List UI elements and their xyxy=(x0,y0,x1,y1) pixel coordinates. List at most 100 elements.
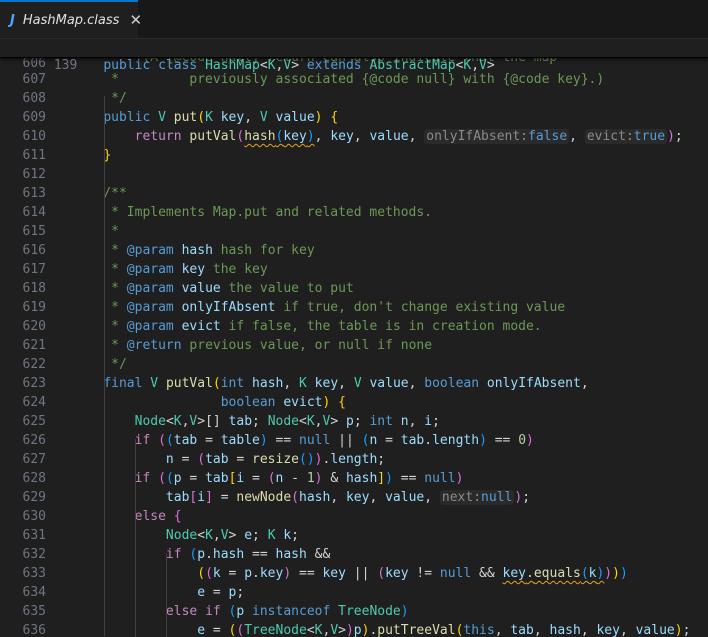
code-token: ) xyxy=(400,604,409,619)
code-token: boolean xyxy=(220,395,276,410)
code-token: tab xyxy=(510,623,534,637)
code-line[interactable]: 616 * @param hash hash for key xyxy=(0,241,708,260)
code-token: @param xyxy=(126,300,174,315)
code-token: > xyxy=(330,414,346,429)
code-line[interactable]: 624 boolean evict) { xyxy=(0,393,708,412)
code-token: * xyxy=(72,281,127,296)
code-line[interactable]: 634 e = p; xyxy=(0,583,708,602)
code-token: null xyxy=(439,566,472,581)
code-line[interactable]: 623 final V putVal(int hash, K key, V va… xyxy=(0,374,708,393)
code-token: TreeNode xyxy=(244,623,307,637)
code-token: tab xyxy=(400,433,425,448)
code-text: ((k = p.key) == key || (key != null && k… xyxy=(72,566,628,581)
line-number: 615 xyxy=(22,224,46,239)
code-line[interactable]: 617 * @param key the key xyxy=(0,260,708,279)
code-token: hash xyxy=(181,243,213,258)
code-token: key xyxy=(345,490,370,505)
code-token: , xyxy=(314,129,331,144)
code-line[interactable]: 609 public V put(K key, V value) { xyxy=(0,108,708,127)
sticky-scroll-header[interactable]: 139 public class HashMap<K,V> extends Abs… xyxy=(0,39,708,73)
line-number: 614 xyxy=(22,205,46,220)
code-token: V xyxy=(220,528,229,543)
tab-bar: J HashMap.class ✕ xyxy=(0,0,708,39)
code-token: hash for key xyxy=(212,243,315,258)
code-line[interactable]: 625 Node<K,V>[] tab; Node<K,V> p; int n,… xyxy=(0,412,708,431)
code-line[interactable]: 620 * @param evict if false, the table i… xyxy=(0,317,708,336)
code-text: * Implements Map.put and related methods… xyxy=(72,205,432,220)
code-line[interactable]: 614 * Implements Map.put and related met… xyxy=(0,203,708,222)
code-token: ; xyxy=(432,414,440,429)
code-line[interactable]: 630 else { xyxy=(0,507,708,526)
code-text: * @return previous value, or null if non… xyxy=(72,338,432,353)
code-line[interactable]: 627 n = (tab = resize()).length; xyxy=(0,450,708,469)
code-token: ) xyxy=(259,433,268,448)
code-token: V xyxy=(158,110,166,125)
code-line[interactable]: 636 e = ((TreeNode<K,V>)p).putTreeVal(th… xyxy=(0,621,708,637)
code-token: , xyxy=(314,414,323,429)
code-token: , xyxy=(580,376,589,391)
code-token: false xyxy=(528,129,568,144)
code-line[interactable]: 629 tab[i] = newNode(hash, key, value, n… xyxy=(0,488,708,507)
code-text: e = p; xyxy=(72,585,244,600)
code-token: p xyxy=(197,547,206,562)
code-token: , xyxy=(353,129,370,144)
code-line[interactable]: 628 if ((p = tab[i = (n - 1) & hash]) ==… xyxy=(0,469,708,488)
line-number: 628 xyxy=(22,471,46,486)
code-token: value xyxy=(635,623,675,637)
code-token: @param xyxy=(126,262,174,277)
code-token: = xyxy=(205,585,229,600)
java-file-icon: J xyxy=(10,12,15,28)
code-line[interactable]: 611 } xyxy=(0,146,708,165)
code-line[interactable]: 633 ((k = p.key) == key || (key != null … xyxy=(0,564,708,583)
code-line[interactable]: 613 /** xyxy=(0,184,708,203)
code-token: . xyxy=(424,433,433,448)
line-number: 613 xyxy=(22,186,46,201)
code-token: hash xyxy=(252,376,284,391)
code-token: else xyxy=(134,509,166,524)
code-token: key xyxy=(259,566,284,581)
tab-hashmap-class[interactable]: J HashMap.class ✕ xyxy=(0,0,142,38)
code-token: */ xyxy=(72,91,127,106)
code-token: value xyxy=(369,129,409,144)
code-token: if xyxy=(134,471,151,486)
code-token: { xyxy=(338,395,346,410)
code-line[interactable]: 615 * xyxy=(0,222,708,241)
code-token: ) xyxy=(385,471,393,486)
code-line[interactable]: 610 return putVal(hash(key), key, value,… xyxy=(0,127,708,146)
code-line[interactable]: 631 Node<K,V> e; K k; xyxy=(0,526,708,545)
code-token: == xyxy=(267,433,300,448)
code-token: key xyxy=(181,262,206,277)
code-line[interactable]: 619 * @param onlyIfAbsent if true, don't… xyxy=(0,298,708,317)
code-line[interactable]: 635 else if (p instanceof TreeNode) xyxy=(0,602,708,621)
code-line[interactable]: 622 */ xyxy=(0,355,708,374)
code-line[interactable]: 618 * @param value the value to put xyxy=(0,279,708,298)
close-icon[interactable]: ✕ xyxy=(129,11,142,29)
code-token: tab xyxy=(205,452,229,467)
code-line[interactable]: 608 */ xyxy=(0,89,708,108)
code-line[interactable]: 632 if (p.hash == hash && xyxy=(0,545,708,564)
code-text: * @param value the value to put xyxy=(72,281,354,296)
code-text: n = (tab = resize()).length; xyxy=(72,452,385,467)
indent-guide xyxy=(166,553,167,637)
code-line[interactable]: 621 * @return previous value, or null if… xyxy=(0,336,708,355)
code-line[interactable]: 626 if ((tab = table) == null || (n = ta… xyxy=(0,431,708,450)
code-token: p xyxy=(244,566,253,581)
code-token: , xyxy=(283,376,300,391)
code-token: if true, don't change existing value xyxy=(275,300,566,315)
code-token: the key xyxy=(205,262,268,277)
code-text: public class HashMap<K,V> extends Abstra… xyxy=(103,58,494,73)
code-token: null xyxy=(424,471,456,486)
code-editor[interactable]: 139 public class HashMap<K,V> extends Abs… xyxy=(0,39,708,637)
code-token: V xyxy=(330,623,339,637)
code-line[interactable]: 612 xyxy=(0,165,708,184)
code-text: else { xyxy=(72,509,182,524)
code-text: boolean evict) { xyxy=(72,395,346,410)
code-token: ( xyxy=(165,433,174,448)
